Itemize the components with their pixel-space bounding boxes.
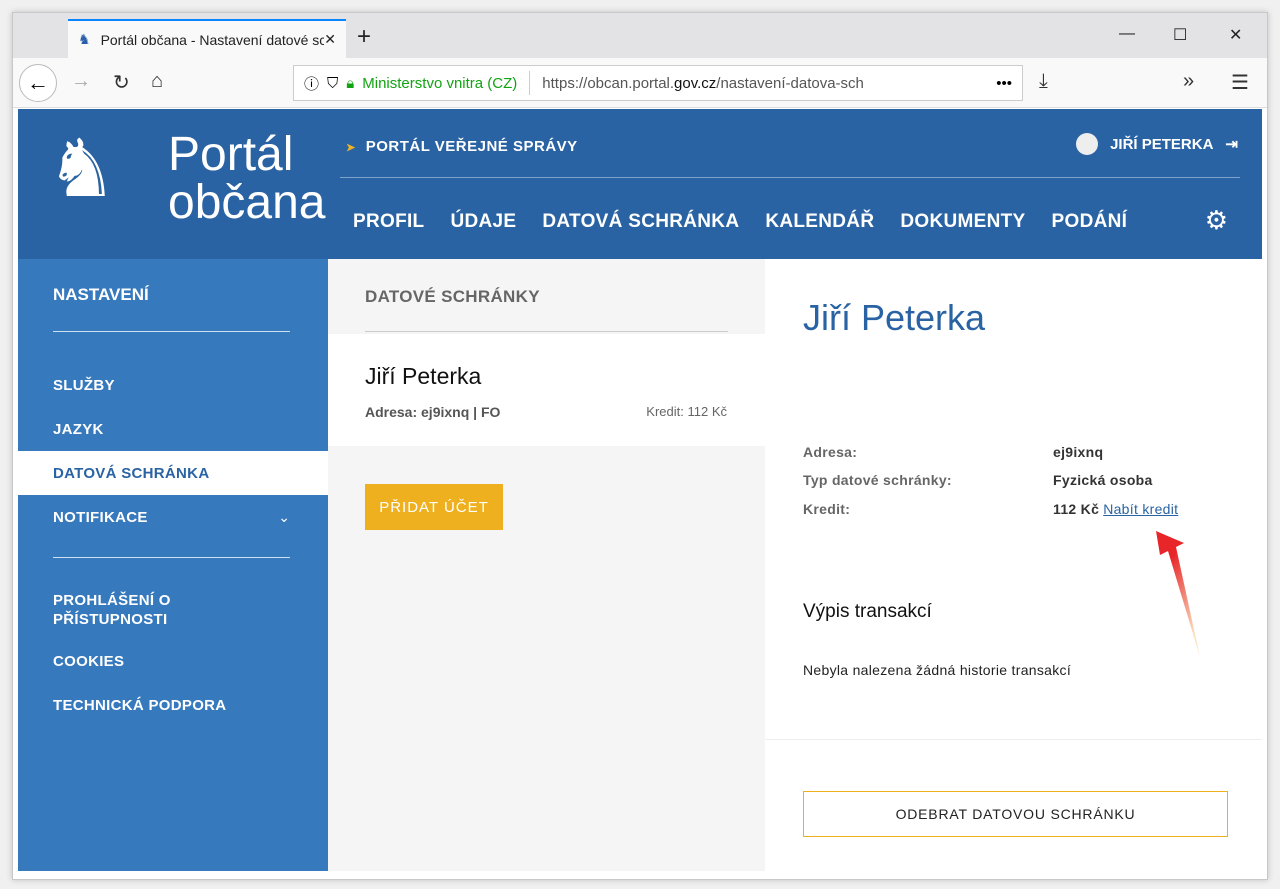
chevron-down-icon[interactable]: ⌄	[278, 509, 290, 526]
sidebar-title: NASTAVENÍ	[53, 285, 149, 304]
download-icon[interactable]: ⤓	[1039, 70, 1048, 93]
user-menu[interactable]: JIŘÍ PETERKA ⇥	[1076, 133, 1238, 155]
credit-value: 112 Kč	[1053, 501, 1100, 517]
browser-tab[interactable]: ♞ Portál občana - Nastavení datové schrán…	[68, 19, 346, 58]
sidebar: NASTAVENÍ SLUŽBY JAZYK DATOVÁ SCHRÁNKA N…	[18, 259, 328, 871]
card-name: Jiří Peterka	[365, 363, 482, 389]
menu-dokumenty[interactable]: DOKUMENTY	[900, 211, 1025, 233]
address-value: ej9ixnq	[1053, 444, 1104, 460]
menu-podani[interactable]: PODÁNÍ	[1052, 211, 1128, 233]
card-address: Adresa: ej9ixnq | FO	[365, 404, 501, 420]
menu-udaje[interactable]: ÚDAJE	[450, 211, 516, 233]
tab-bar: ♞ Portál občana - Nastavení datové schrán…	[13, 13, 1267, 58]
type-label: Typ datové schránky:	[803, 472, 952, 488]
nav-bar: ← → ↻ ⌂ ⓘ ⛉ 🔒︎ Ministerstvo vnitra (CZ) ht…	[13, 58, 1267, 108]
back-button[interactable]: ←	[19, 64, 57, 102]
avatar	[1076, 133, 1099, 155]
page-actions-icon[interactable]: •••	[996, 75, 1012, 92]
card-credit: Kredit: 112 Kč	[646, 404, 727, 419]
lion-favicon-icon: ♞	[78, 31, 91, 47]
site-identity: Ministerstvo vnitra (CZ)	[362, 74, 518, 92]
forward-button[interactable]: →	[71, 70, 91, 93]
sidebar-item-cookies[interactable]: COOKIES	[53, 653, 124, 670]
site-header: ♞ Portál občana ➤ PORTÁL VEŘEJNÉ SPRÁVY JI…	[18, 109, 1262, 259]
address-label: Adresa:	[803, 444, 858, 460]
browser-window: ♞ Portál občana - Nastavení datové schrán…	[12, 12, 1268, 880]
site-logo[interactable]: Portál občana	[168, 131, 325, 227]
sidebar-item-prohlaseni[interactable]: PROHLÁŠENÍ O PŘÍSTUPNOSTI	[53, 591, 213, 629]
page: ♞ Portál občana ➤ PORTÁL VEŘEJNÉ SPRÁVY JI…	[18, 109, 1262, 871]
menu-profil[interactable]: PROFIL	[353, 211, 424, 233]
sidebar-item-podpora[interactable]: TECHNICKÁ PODPORA	[53, 697, 226, 714]
menu-icon[interactable]: ☰	[1231, 70, 1249, 95]
url-text[interactable]: https://obcan.portal.gov.cz/nastavení-da…	[542, 75, 988, 92]
type-value: Fyzická osoba	[1053, 472, 1153, 488]
sidebar-item-jazyk[interactable]: JAZYK	[53, 421, 104, 438]
sidebar-item-notifikace[interactable]: NOTIFIKACE	[53, 509, 148, 526]
tab-title: Portál občana - Nastavení datové schránk…	[100, 31, 325, 48]
close-window-button[interactable]: ✕	[1229, 25, 1242, 45]
overflow-icon[interactable]: »	[1183, 70, 1194, 93]
maximize-button[interactable]: ☐	[1173, 25, 1187, 45]
credit-label: Kredit:	[803, 501, 851, 517]
remove-mailbox-button[interactable]: ODEBRAT DATOVOU SCHRÁNKU	[803, 791, 1228, 837]
list-title: DATOVÉ SCHRÁNKY	[365, 287, 540, 306]
lock-icon: 🔒︎	[346, 74, 355, 92]
lion-logo-icon[interactable]: ♞	[46, 129, 118, 209]
portal-link[interactable]: ➤ PORTÁL VEŘEJNÉ SPRÁVY	[346, 138, 578, 155]
new-tab-button[interactable]: +	[357, 23, 371, 51]
reload-button[interactable]: ↻	[113, 70, 130, 95]
mailbox-card[interactable]: Jiří Peterka Adresa: ej9ixnq | FO Kredit…	[328, 334, 765, 446]
transactions-empty: Nebyla nalezena žádná historie transakcí	[803, 662, 1072, 678]
main-menu: PROFIL ÚDAJE DATOVÁ SCHRÁNKA KALENDÁŘ DO…	[353, 211, 1127, 233]
detail-title: Jiří Peterka	[803, 297, 986, 338]
logout-icon[interactable]: ⇥	[1225, 135, 1238, 153]
add-account-button[interactable]: PŘIDAT ÚČET	[365, 484, 503, 530]
address-bar[interactable]: ⓘ ⛉ 🔒︎ Ministerstvo vnitra (CZ) https://ob…	[293, 65, 1023, 101]
top-up-credit-link[interactable]: Nabít kredit	[1103, 501, 1178, 517]
sidebar-item-sluzby[interactable]: SLUŽBY	[53, 377, 115, 394]
menu-kalendar[interactable]: KALENDÁŘ	[765, 211, 874, 233]
home-button[interactable]: ⌂	[151, 70, 163, 93]
menu-datova-schranka[interactable]: DATOVÁ SCHRÁNKA	[542, 211, 739, 233]
red-arrow-annotation	[1156, 531, 1200, 657]
shield-icon[interactable]: ⛉	[327, 75, 338, 92]
gear-icon[interactable]: ⚙	[1205, 205, 1228, 236]
minimize-button[interactable]: —	[1119, 25, 1135, 43]
mailbox-list: DATOVÉ SCHRÁNKY Jiří Peterka Adresa: ej9…	[328, 259, 765, 871]
close-tab-icon[interactable]: ✕	[324, 31, 336, 48]
sidebar-item-datova-schranka[interactable]: DATOVÁ SCHRÁNKA	[18, 451, 328, 495]
transactions-title: Výpis transakcí	[803, 601, 932, 622]
info-icon[interactable]: ⓘ	[304, 73, 319, 94]
